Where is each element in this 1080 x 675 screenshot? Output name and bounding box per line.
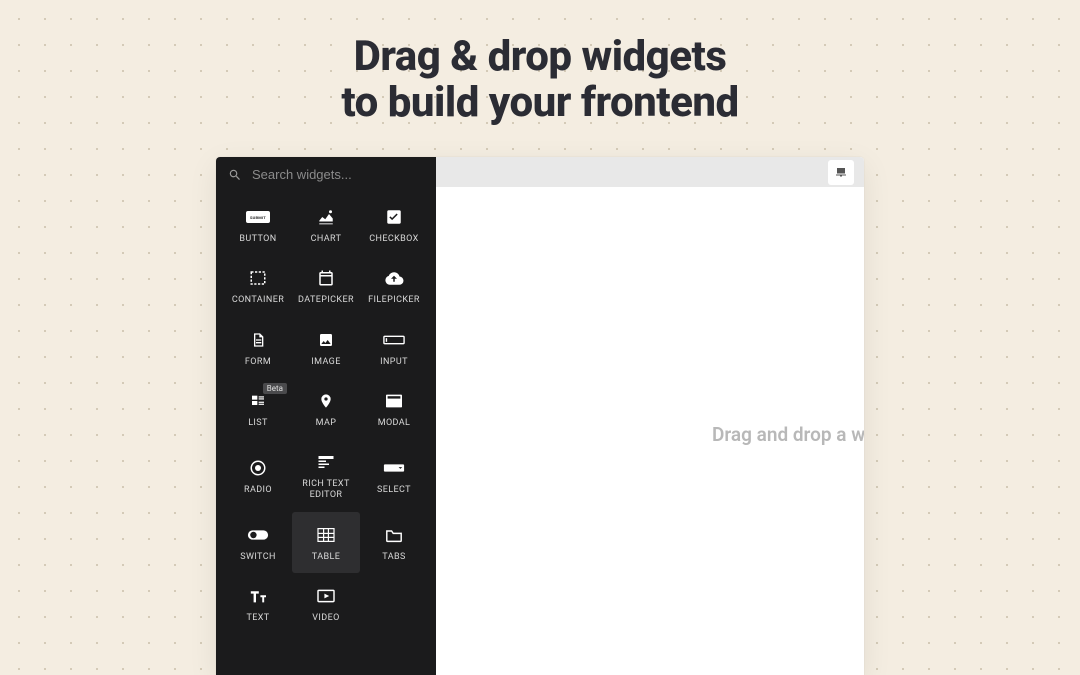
richtext-icon — [314, 451, 338, 473]
widget-label: SWITCH — [240, 552, 276, 563]
canvas-area: Drag and drop a w — [436, 157, 864, 675]
widget-label: CONTAINER — [232, 295, 284, 306]
widget-label: SELECT — [377, 485, 411, 496]
cloud-upload-icon — [382, 267, 406, 289]
widget-label: TABLE — [312, 552, 340, 563]
widget-label: DATEPICKER — [298, 295, 354, 306]
text-icon — [246, 585, 270, 607]
headline-line-1: Drag & drop widgets — [0, 34, 1080, 80]
headline-line-2: to build your frontend — [0, 80, 1080, 126]
checkbox-icon — [382, 206, 406, 228]
widget-label: TABS — [382, 552, 405, 563]
widget-label: MODAL — [378, 418, 411, 429]
widget-label: TEXT — [246, 613, 269, 624]
widget-form[interactable]: FORM — [224, 317, 292, 378]
page-headline: Drag & drop widgets to build your fronte… — [0, 0, 1080, 126]
widget-label: RICH TEXTEDITOR — [302, 479, 349, 502]
canvas-topbar — [436, 157, 864, 187]
folder-icon — [382, 524, 406, 546]
radio-icon — [246, 457, 270, 479]
chart-icon — [314, 206, 338, 228]
widget-text[interactable]: TEXT — [224, 573, 292, 634]
widget-button[interactable]: SUBMIT BUTTON — [224, 194, 292, 255]
widget-map[interactable]: MAP — [292, 378, 360, 439]
widget-table[interactable]: TABLE — [292, 512, 360, 573]
widget-filepicker[interactable]: FILEPICKER — [360, 255, 428, 316]
widget-label: IMAGE — [311, 357, 340, 368]
select-icon — [382, 457, 406, 479]
widget-radio[interactable]: RADIO — [224, 439, 292, 512]
map-pin-icon — [314, 390, 338, 412]
widget-label: FILEPICKER — [368, 295, 420, 306]
widget-switch[interactable]: SWITCH — [224, 512, 292, 573]
widget-label: CHART — [311, 234, 342, 245]
search-input[interactable] — [252, 167, 428, 182]
video-icon — [314, 585, 338, 607]
desktop-icon — [834, 163, 848, 182]
builder-window: SUBMIT BUTTON CHART CHECKBOX — [216, 157, 864, 675]
search-icon — [228, 168, 242, 182]
widget-tabs[interactable]: TABS — [360, 512, 428, 573]
widget-checkbox[interactable]: CHECKBOX — [360, 194, 428, 255]
form-icon — [246, 329, 270, 351]
widget-label: LIST — [248, 418, 268, 429]
widget-label: RADIO — [244, 485, 272, 496]
widget-datepicker[interactable]: DATEPICKER — [292, 255, 360, 316]
widget-video[interactable]: VIDEO — [292, 573, 360, 634]
container-icon — [246, 267, 270, 289]
widget-label: FORM — [245, 357, 271, 368]
search-row — [216, 157, 436, 192]
widget-image[interactable]: IMAGE — [292, 317, 360, 378]
widget-input[interactable]: INPUT — [360, 317, 428, 378]
widget-label: INPUT — [380, 357, 408, 368]
widget-label: MAP — [316, 418, 337, 429]
beta-badge: Beta — [263, 383, 287, 394]
canvas-body[interactable]: Drag and drop a w — [436, 187, 864, 675]
widget-modal[interactable]: MODAL — [360, 378, 428, 439]
widget-richtext[interactable]: RICH TEXTEDITOR — [292, 439, 360, 512]
modal-icon — [382, 390, 406, 412]
drop-hint: Drag and drop a w — [712, 423, 864, 446]
desktop-view-button[interactable] — [828, 160, 854, 185]
image-icon — [314, 329, 338, 351]
widget-grid: SUBMIT BUTTON CHART CHECKBOX — [216, 192, 436, 644]
widget-container[interactable]: CONTAINER — [224, 255, 292, 316]
widget-label: CHECKBOX — [369, 234, 418, 245]
button-icon: SUBMIT — [246, 206, 270, 228]
widget-chart[interactable]: CHART — [292, 194, 360, 255]
calendar-icon — [314, 267, 338, 289]
switch-icon — [246, 524, 270, 546]
table-icon — [314, 524, 338, 546]
widget-list[interactable]: Beta LIST — [224, 378, 292, 439]
widget-select[interactable]: SELECT — [360, 439, 428, 512]
widget-label: BUTTON — [239, 234, 276, 245]
widget-label: VIDEO — [312, 613, 339, 624]
input-icon — [382, 329, 406, 351]
widget-sidebar: SUBMIT BUTTON CHART CHECKBOX — [216, 157, 436, 675]
